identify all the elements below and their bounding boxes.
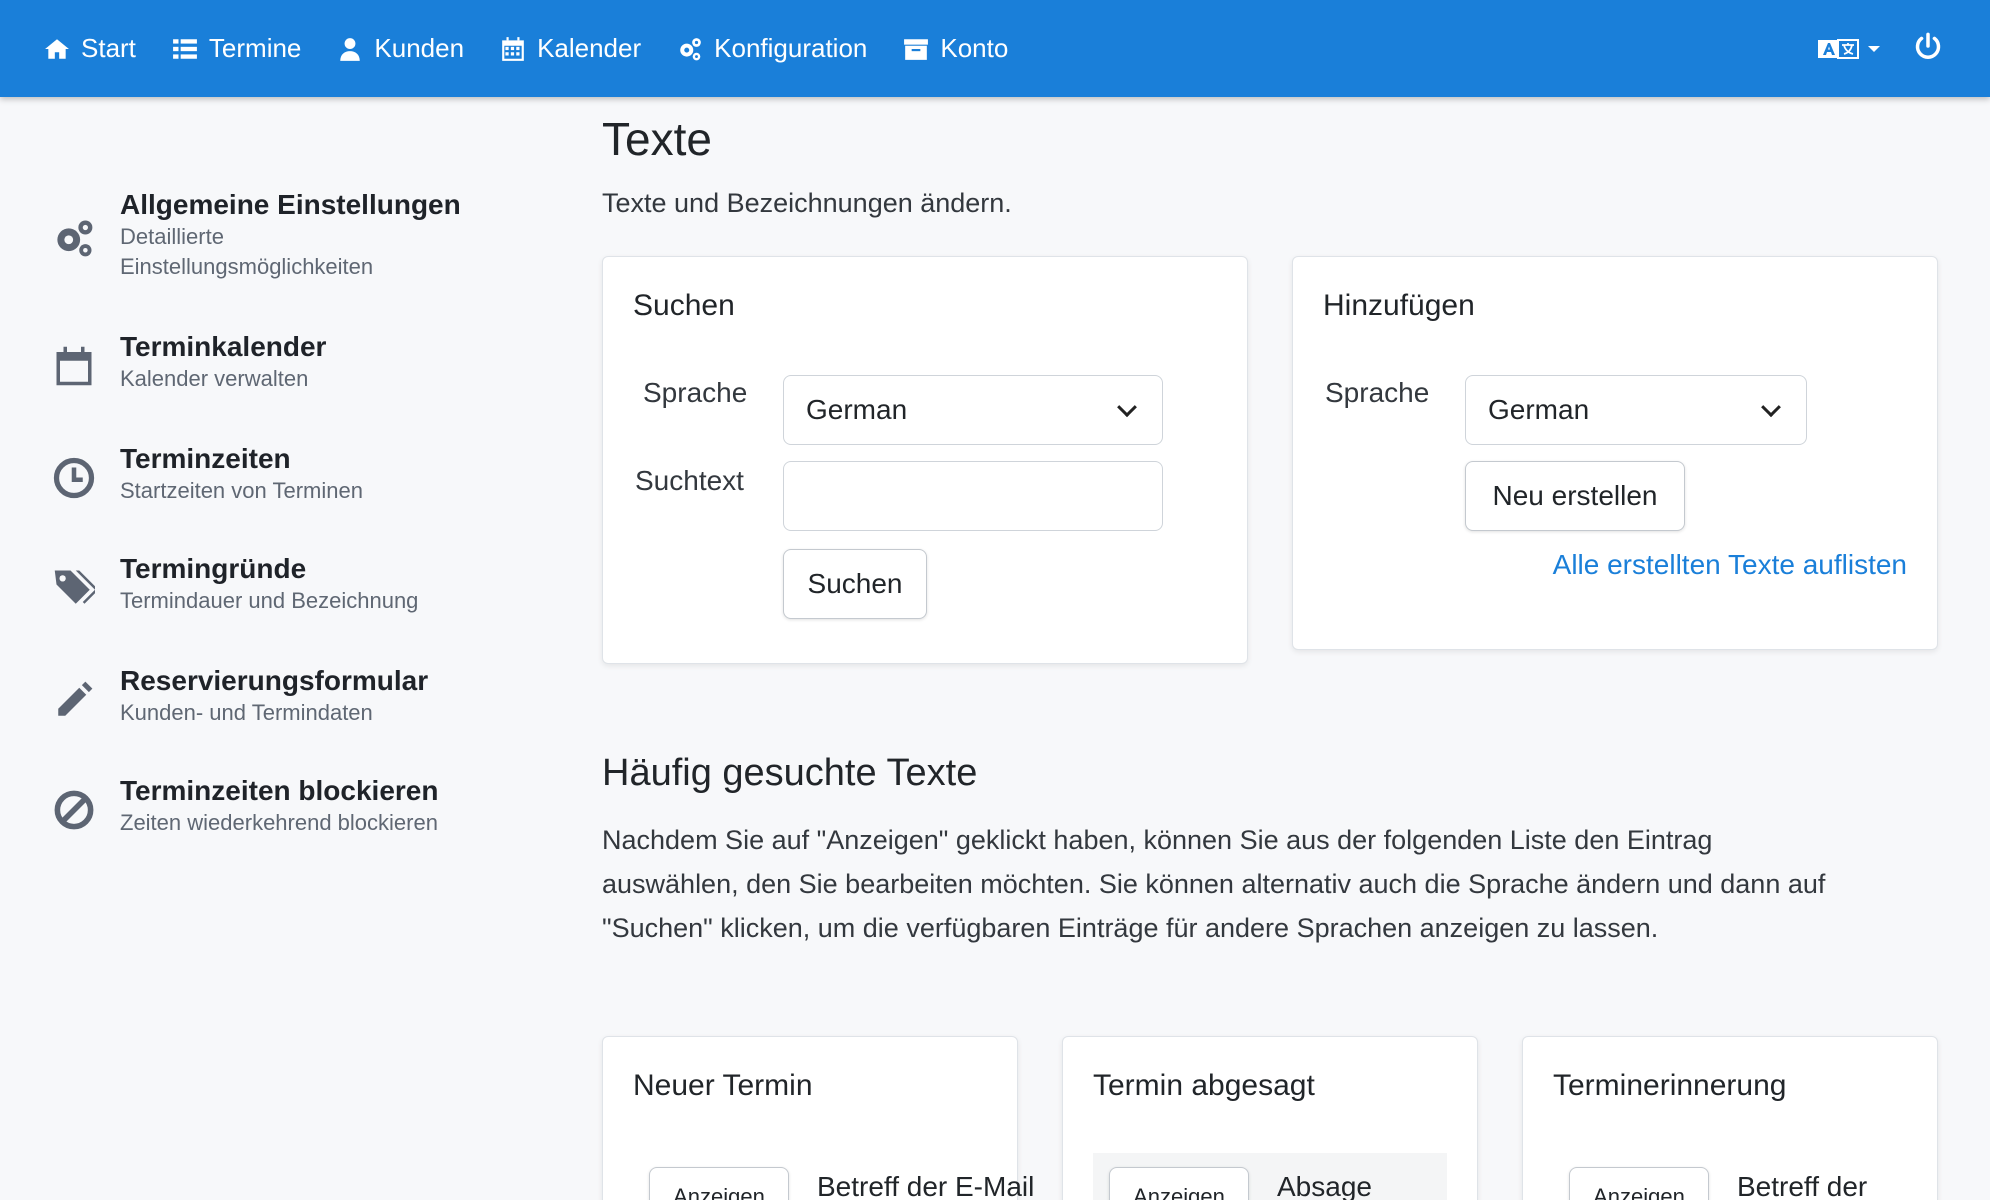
sidebar-item-desc: Startzeiten von Terminen xyxy=(120,478,363,503)
language-dropdown[interactable] xyxy=(1818,37,1880,61)
sidebar-icon-wrap xyxy=(52,566,96,610)
nav-termine[interactable]: Termine xyxy=(172,33,301,64)
nav-konto[interactable]: Konto xyxy=(903,33,1008,64)
sidebar-item-terminzeiten-blockieren[interactable]: Terminzeiten blockieren Zeiten wiederkeh… xyxy=(52,774,438,838)
nav-kalender-label: Kalender xyxy=(537,33,642,63)
nav-termine-label: Termine xyxy=(208,33,302,63)
sidebar-item-termingruende[interactable]: Termingründe Termindauer und Bezeichnung xyxy=(52,552,418,616)
sidebar-item-desc: Kalender verwalten xyxy=(120,366,309,391)
search-card-title: Suchen xyxy=(633,289,735,322)
sidebar-icon-wrap xyxy=(52,344,96,388)
chevron-down-icon xyxy=(1761,397,1781,418)
sidebar-item-desc: Termindauer und Bezeichnung xyxy=(120,588,419,613)
pencil-icon xyxy=(58,681,93,716)
add-card-title: Hinzufügen xyxy=(1323,289,1475,322)
card-termin-abgesagt: Termin abgesagt Anzeigen Absage xyxy=(1062,1036,1478,1200)
sidebar-item-desc: Zeiten wiederkehrend blockieren xyxy=(120,810,438,835)
sidebar-icon-wrap xyxy=(52,678,96,722)
frequent-texts-line: "Suchen" klicken, um die verfügbaren Ein… xyxy=(602,913,1659,943)
top-navbar: Start Termine Kunden Kalender Konfigurat… xyxy=(0,0,1990,97)
searchtext-label: Suchtext xyxy=(635,465,744,496)
chevron-down-icon xyxy=(1868,45,1880,52)
sidebar-item-terminzeiten[interactable]: Terminzeiten Startzeiten von Terminen xyxy=(52,442,363,506)
nav-konfiguration[interactable]: Konfiguration xyxy=(677,33,867,64)
nav-kunden[interactable]: Kunden xyxy=(337,33,464,64)
sidebar-item-desc: Kunden- und Termindaten xyxy=(120,700,373,725)
list-all-texts-link[interactable]: Alle erstellten Texte auflisten xyxy=(1553,549,1907,581)
card-title: Terminerinnerung xyxy=(1553,1069,1787,1102)
sidebar-item-title: Allgemeine Einstellungen xyxy=(120,189,461,220)
add-language-select[interactable]: German xyxy=(1465,375,1807,445)
sidebar-item-title: Termingründe xyxy=(120,553,307,584)
search-button[interactable]: Suchen xyxy=(783,549,927,619)
nav-start[interactable]: Start xyxy=(44,33,136,64)
page-subtitle: Texte und Bezeichnungen ändern. xyxy=(602,188,1012,218)
add-card: Hinzufügen Sprache German Neu erstellen … xyxy=(1292,256,1938,650)
cogs-icon xyxy=(57,220,93,257)
card-row-text: Betreff der xyxy=(1737,1171,1868,1200)
chevron-down-icon xyxy=(1117,397,1137,418)
logout-button[interactable] xyxy=(1914,32,1942,65)
sidebar-icon-wrap xyxy=(52,216,96,260)
sidebar-item-title: Terminkalender xyxy=(120,331,327,362)
ban-icon xyxy=(54,790,94,830)
language-icon xyxy=(1818,38,1859,59)
navbar-right xyxy=(1818,0,1942,97)
sidebar-item-desc: Einstellungsmöglichkeiten xyxy=(120,254,374,279)
frequent-texts-title: Häufig gesuchte Texte xyxy=(602,752,978,794)
calendar-icon xyxy=(502,36,524,61)
card-terminerinnerung: Terminerinnerung Anzeigen Betreff der xyxy=(1522,1036,1938,1200)
card-row-text: Absage xyxy=(1277,1171,1372,1200)
sidebar-item-desc: Detaillierte xyxy=(120,224,224,249)
add-language-label: Sprache xyxy=(1325,377,1430,408)
card-row-text: Betreff der E-Mail xyxy=(817,1171,1035,1200)
create-new-button[interactable]: Neu erstellen xyxy=(1465,461,1685,531)
show-button[interactable]: Anzeigen xyxy=(1109,1167,1249,1200)
sidebar-item-title: Terminzeiten xyxy=(120,443,291,474)
sidebar-item-terminkalender[interactable]: Terminkalender Kalender verwalten xyxy=(52,330,326,394)
user-icon xyxy=(340,37,361,61)
card-neuer-termin: Neuer Termin Anzeigen Betreff der E-Mail xyxy=(602,1036,1034,1200)
frequent-texts-line: auswählen, den Sie bearbeiten möchten. S… xyxy=(602,869,1826,899)
nav-kunden-label: Kunden xyxy=(374,33,465,63)
search-language-select[interactable]: German xyxy=(783,375,1163,445)
calendar-icon xyxy=(56,346,92,386)
nav-konfiguration-label: Konfiguration xyxy=(714,33,868,63)
search-language-label: Sprache xyxy=(643,377,748,408)
frequent-texts-line: Nachdem Sie auf "Anzeigen" geklickt habe… xyxy=(602,825,1713,855)
sidebar-item-title: Reservierungsformular xyxy=(120,665,429,696)
card-title: Neuer Termin xyxy=(633,1069,813,1102)
show-button[interactable]: Anzeigen xyxy=(1569,1167,1709,1200)
list-icon xyxy=(173,38,197,59)
sidebar-icon-wrap xyxy=(52,788,96,832)
search-language-value: German xyxy=(806,394,908,425)
sidebar-item-title: Terminzeiten blockieren xyxy=(120,775,439,806)
clock-icon xyxy=(53,457,95,499)
frequent-texts-description: Nachdem Sie auf "Anzeigen" geklickt habe… xyxy=(602,818,1942,950)
add-language-value: German xyxy=(1488,394,1590,425)
power-icon xyxy=(1915,32,1941,59)
search-card: Suchen Sprache German Suchtext Suchen xyxy=(602,256,1248,664)
sidebar-item-allgemeine-einstellungen[interactable]: Allgemeine Einstellungen Detaillierte Ei… xyxy=(52,188,461,282)
nav-konto-label: Konto xyxy=(940,33,1009,63)
sidebar-icon-wrap xyxy=(52,456,96,500)
archive-icon xyxy=(904,38,929,60)
nav-start-label: Start xyxy=(81,33,136,63)
sidebar-item-reservierungsformular[interactable]: Reservierungsformular Kunden- und Termin… xyxy=(52,664,428,728)
nav-kalender[interactable]: Kalender xyxy=(500,33,641,64)
show-button[interactable]: Anzeigen xyxy=(649,1167,789,1200)
cogs-icon xyxy=(680,37,701,60)
page-title: Texte xyxy=(602,113,712,165)
card-title: Termin abgesagt xyxy=(1093,1069,1315,1102)
searchtext-input[interactable] xyxy=(783,461,1163,531)
tags-icon xyxy=(54,570,95,604)
home-icon xyxy=(45,38,69,59)
